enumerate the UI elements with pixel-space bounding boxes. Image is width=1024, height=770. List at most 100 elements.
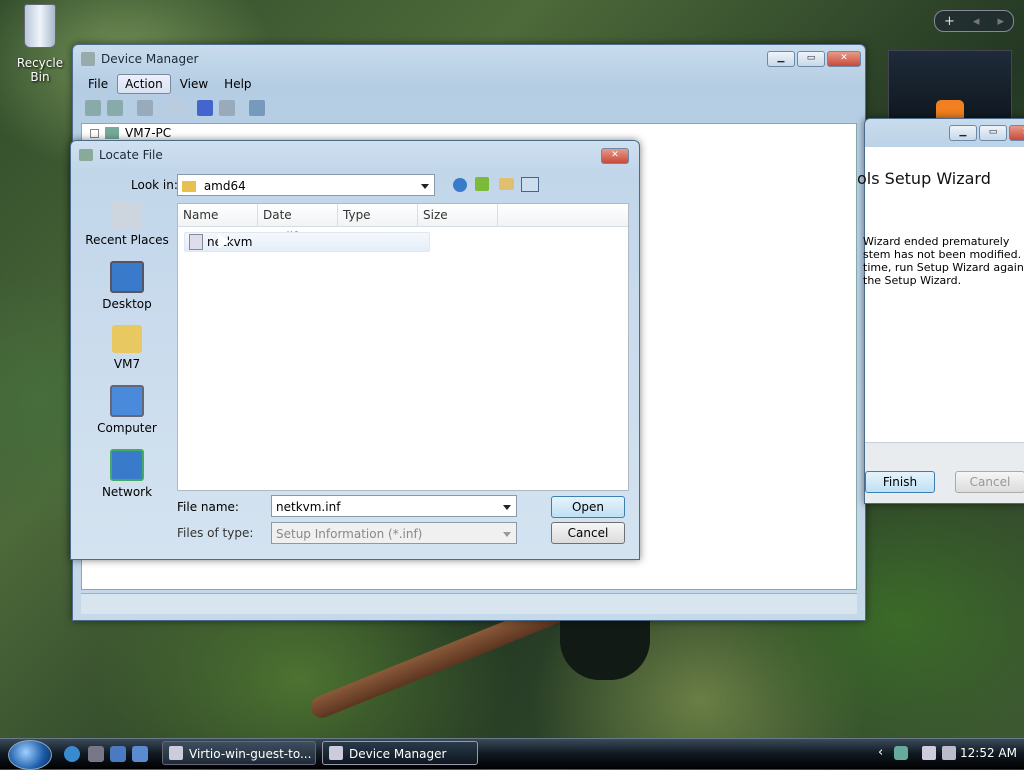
device-manager-icon [329, 746, 343, 760]
show-hide-tree-icon[interactable] [137, 100, 153, 116]
close-button[interactable]: ✕ [827, 51, 861, 67]
tree-root[interactable]: VM7-PC [90, 126, 171, 140]
taskbar [0, 738, 1024, 769]
locate-file-dialog[interactable]: Locate File ✕ Look in: amd64 Recent Plac… [70, 140, 640, 560]
next-icon[interactable]: ▸ [997, 14, 1004, 29]
dialog-title: Locate File [99, 148, 163, 162]
wizard-line-1: Wizard ended prematurely [863, 235, 1010, 248]
views-menu-icon[interactable] [521, 177, 539, 192]
help-icon[interactable] [197, 100, 213, 116]
computer-icon [110, 385, 144, 417]
dialog-close-button[interactable]: ✕ [601, 148, 629, 164]
show-desktop-icon[interactable] [110, 746, 126, 762]
media-icon[interactable] [88, 746, 104, 762]
wizard-cancel-button[interactable]: Cancel [955, 471, 1024, 493]
previous-icon[interactable]: ◂ [973, 14, 980, 29]
view-icon[interactable] [219, 100, 235, 116]
tree-root-label: VM7-PC [125, 126, 172, 140]
menu-bar: File Action View Help [81, 73, 259, 95]
wizard-line-2: stem has not been modified. To [863, 248, 1024, 261]
column-date-modified[interactable]: Date modif... [258, 204, 338, 244]
window-title: Device Manager [101, 52, 199, 66]
wizard-maximize-button[interactable]: ▭ [979, 125, 1007, 141]
place-desktop[interactable]: Desktop [77, 261, 177, 311]
place-network[interactable]: Network [77, 449, 177, 499]
status-bar [81, 593, 857, 614]
clock[interactable]: 12:52 AM [960, 746, 1017, 760]
task-virtio-installer[interactable]: Virtio-win-guest-to... [162, 741, 316, 765]
place-label: Recent Places [85, 233, 169, 247]
start-button[interactable] [8, 740, 52, 770]
look-in-value: amd64 [203, 179, 246, 193]
task-label: Device Manager [349, 747, 447, 761]
wizard-line-3: time, run Setup Wizard again. [863, 261, 1024, 274]
wizard-footer: Finish Cancel [865, 442, 1024, 503]
column-name[interactable]: Name [178, 204, 258, 226]
collapse-icon[interactable] [90, 128, 99, 138]
place-label: Desktop [102, 297, 152, 311]
recycle-bin-icon [24, 4, 56, 48]
menu-action[interactable]: Action [117, 74, 171, 94]
device-manager-titlebar[interactable]: Device Manager [73, 45, 865, 73]
cancel-button[interactable]: Cancel [551, 522, 625, 544]
place-user[interactable]: VM7 [77, 325, 177, 371]
wizard-line-4: the Setup Wizard. [863, 274, 962, 287]
user-folder-icon [112, 325, 142, 353]
setup-wizard-window[interactable]: ▁ ▭ ✕ ols Setup Wizard Wizard ended prem… [857, 118, 1024, 504]
look-in-label: Look in: [131, 178, 178, 192]
recent-places-icon [112, 201, 142, 229]
computer-icon [105, 127, 119, 139]
gadget-controls[interactable]: + ◂ ▸ [934, 10, 1014, 32]
wizard-message: Wizard ended prematurely stem has not be… [863, 235, 1024, 287]
recycle-bin[interactable]: Recycle Bin [8, 4, 72, 84]
recycle-bin-label: Recycle Bin [16, 56, 64, 84]
finish-button[interactable]: Finish [865, 471, 935, 493]
look-in-dropdown[interactable]: amd64 [177, 174, 435, 196]
add-gadget-icon[interactable]: + [944, 14, 955, 29]
network-tray-icon[interactable] [894, 746, 908, 760]
back-icon[interactable] [453, 178, 467, 192]
place-label: VM7 [113, 357, 141, 371]
files-of-type-select[interactable]: Setup Information (*.inf) [271, 522, 517, 544]
chevron-down-icon[interactable] [503, 505, 511, 510]
up-folder-icon[interactable] [475, 177, 489, 191]
back-icon[interactable] [85, 100, 101, 116]
menu-view[interactable]: View [173, 75, 215, 93]
file-list[interactable]: Name Date modif... Type Size netkvm [177, 203, 629, 491]
column-size[interactable]: Size [418, 204, 498, 226]
place-recent[interactable]: Recent Places [77, 201, 177, 247]
open-button[interactable]: Open [551, 496, 625, 518]
device-manager-icon [81, 52, 95, 66]
new-folder-icon[interactable] [499, 178, 514, 190]
folder-icon [182, 181, 196, 192]
chevron-down-icon [421, 184, 429, 189]
volume-icon[interactable] [942, 746, 956, 760]
menu-help[interactable]: Help [217, 75, 258, 93]
column-type[interactable]: Type [338, 204, 418, 226]
task-label: Virtio-win-guest-to... [189, 747, 312, 761]
wallpaper-bird [560, 620, 650, 680]
wizard-close-button[interactable]: ✕ [1009, 125, 1024, 141]
wizard-heading: ols Setup Wizard [857, 169, 991, 188]
setup-info-file-icon [189, 234, 203, 250]
scan-hardware-icon[interactable] [249, 100, 265, 116]
desktop-icon [110, 261, 144, 293]
tray-expand-icon[interactable]: ‹ [878, 745, 883, 760]
minimize-button[interactable]: ▁ [767, 51, 795, 67]
task-device-manager[interactable]: Device Manager [322, 741, 478, 765]
place-label: Network [101, 485, 153, 499]
internet-explorer-icon[interactable] [64, 746, 80, 762]
properties-icon[interactable] [167, 100, 183, 116]
file-name-input[interactable]: netkvm.inf [271, 495, 517, 517]
wizard-minimize-button[interactable]: ▁ [949, 125, 977, 141]
forward-icon[interactable] [107, 100, 123, 116]
switch-windows-icon[interactable] [132, 746, 148, 762]
dialog-titlebar[interactable]: Locate File [71, 141, 639, 169]
place-computer[interactable]: Computer [77, 385, 177, 435]
network-warning-icon[interactable] [922, 746, 936, 760]
network-icon [110, 449, 144, 481]
maximize-button[interactable]: ▭ [797, 51, 825, 67]
menu-file[interactable]: File [81, 75, 115, 93]
file-list-header: Name Date modif... Type Size [178, 204, 628, 244]
places-bar: Recent Places Desktop VM7 Computer Netwo… [77, 201, 177, 513]
